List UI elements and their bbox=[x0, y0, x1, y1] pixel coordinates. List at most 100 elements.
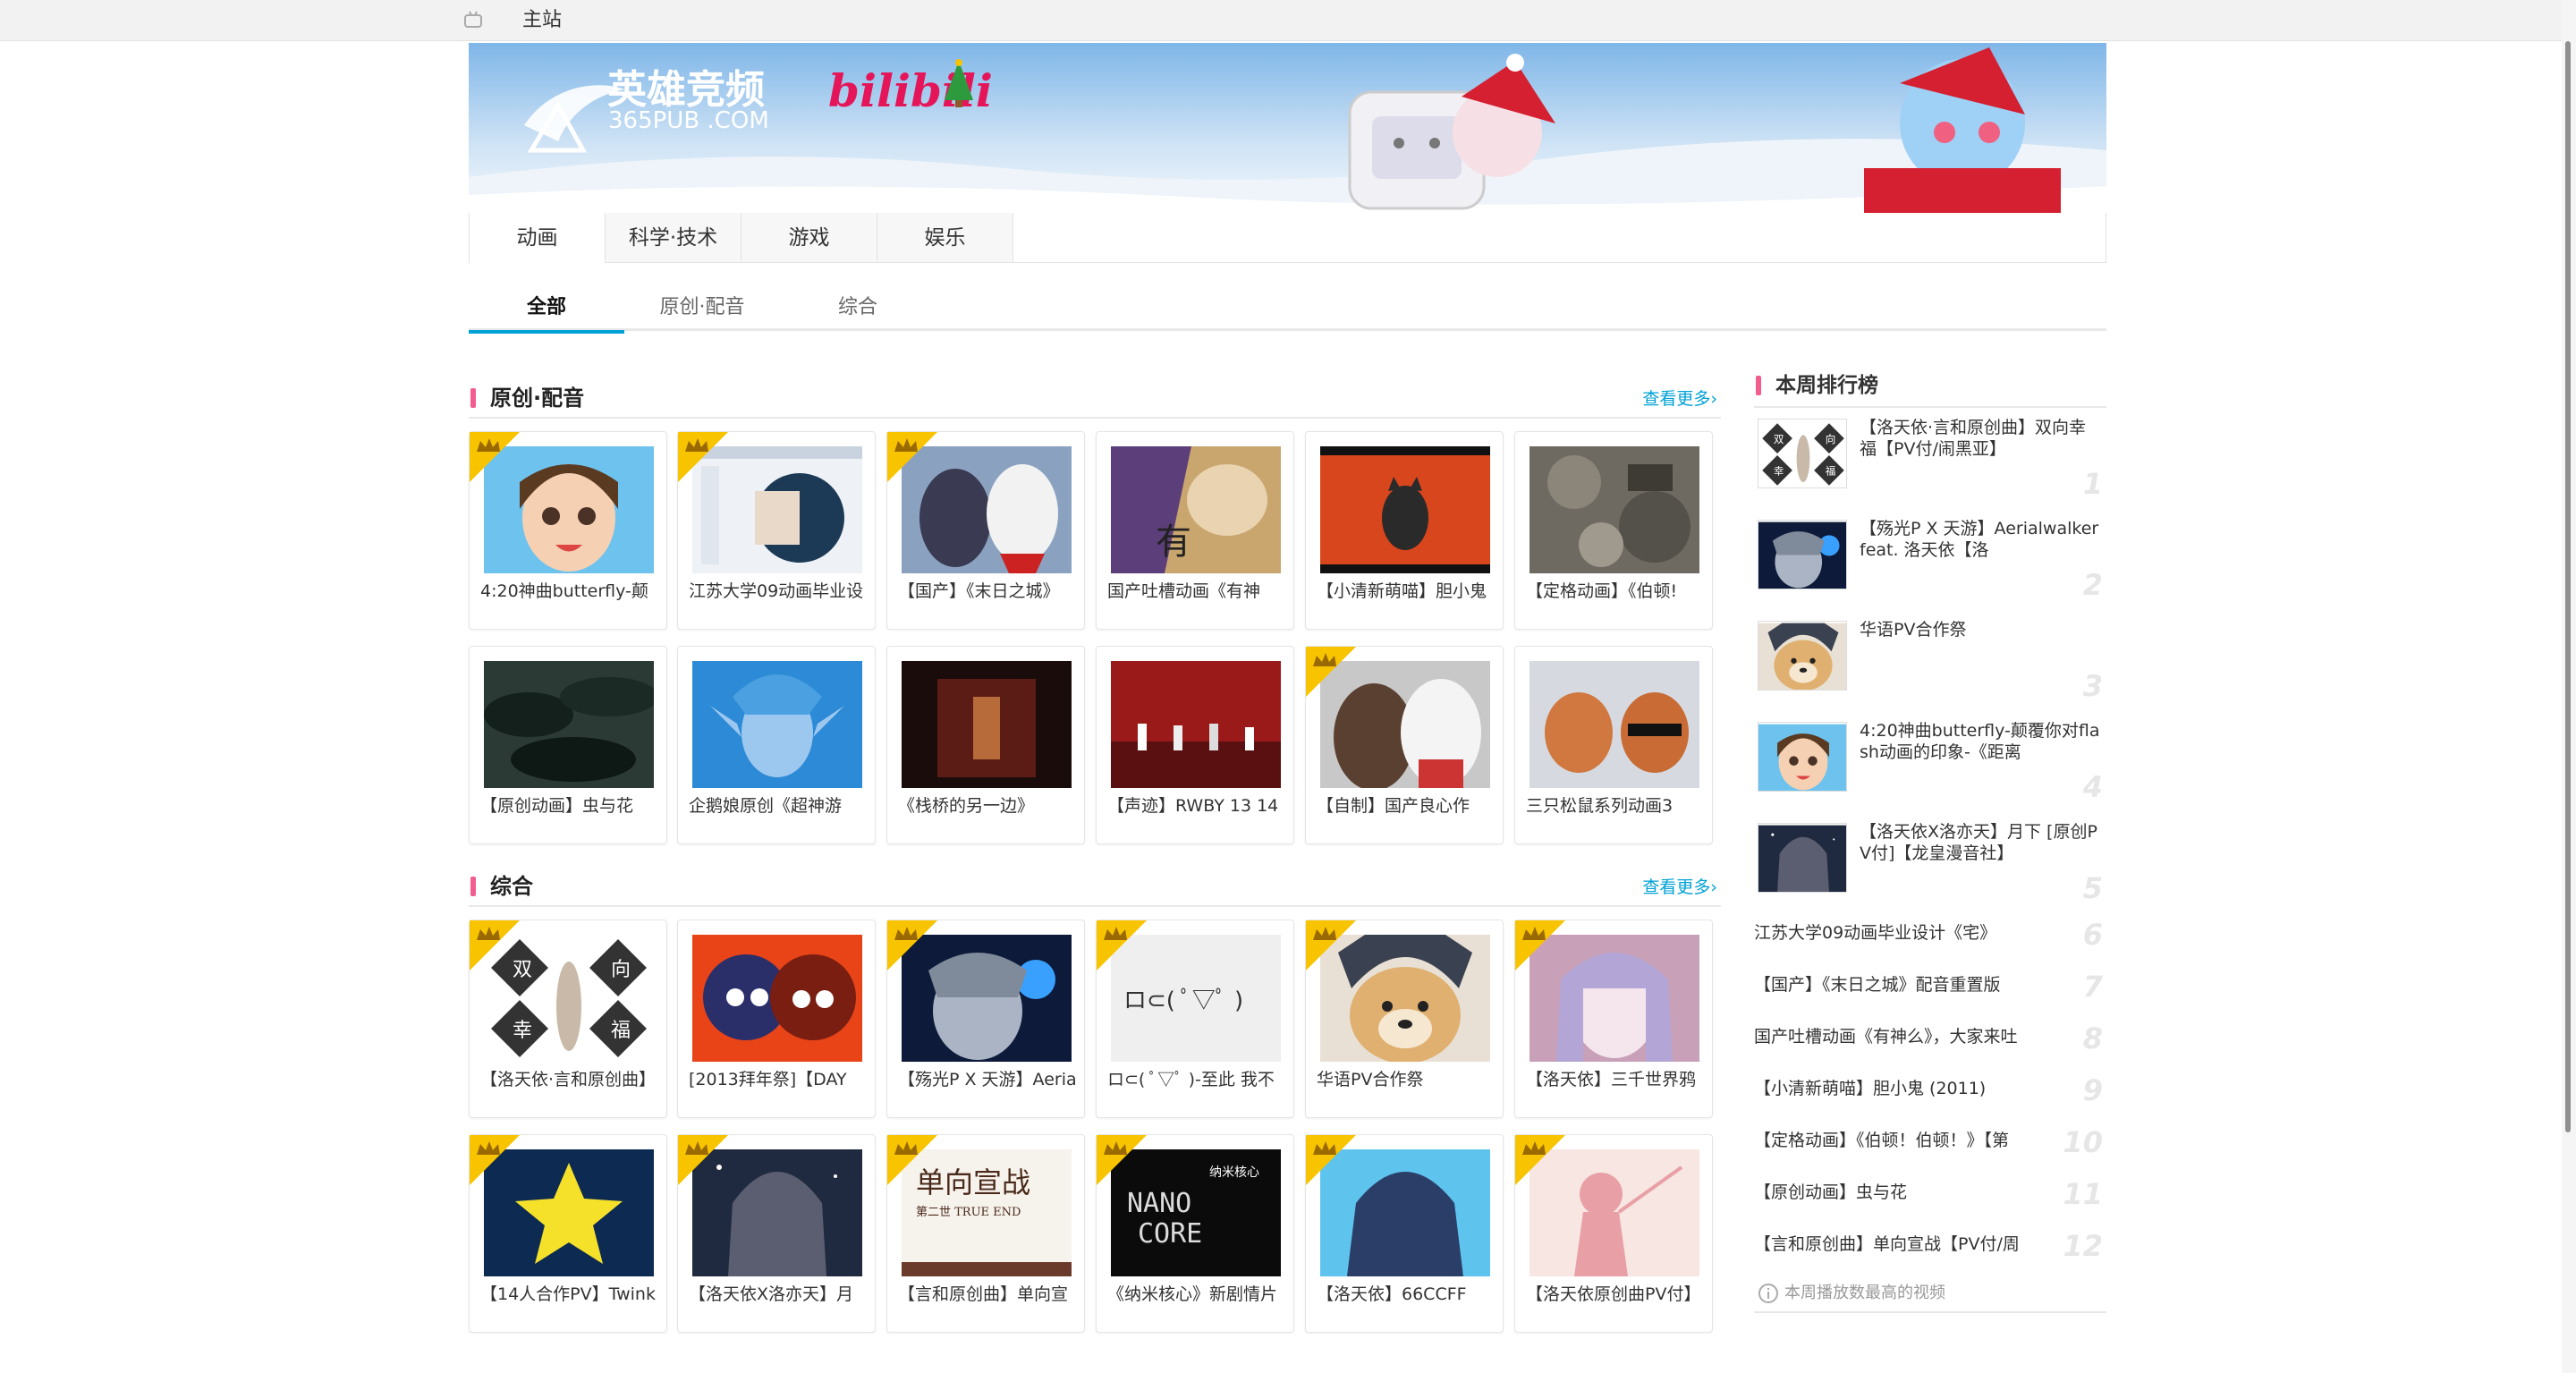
video-title[interactable]: 【洛天依】66CCFF bbox=[1317, 1283, 1496, 1306]
video-title[interactable]: 国产吐槽动画《有神 bbox=[1107, 580, 1286, 603]
ranking-title-text[interactable]: 【洛天依·言和原创曲】双向幸福【PV付/闹黑亚】 bbox=[1860, 417, 2103, 460]
video-card[interactable]: 双向幸福【洛天依·言和原创曲】 bbox=[469, 920, 667, 1118]
video-title[interactable]: 华语PV合作祭 bbox=[1317, 1068, 1496, 1091]
video-title[interactable]: 江苏大学09动画毕业设 bbox=[689, 580, 868, 603]
nav-tab-science[interactable]: 科学·技术 bbox=[606, 213, 741, 263]
ranking-thumbnail[interactable]: 双 向幸 福 bbox=[1758, 419, 1847, 488]
ranking-item[interactable]: 【国产】《末日之城》配音重置版 7 bbox=[1754, 961, 2106, 1013]
video-card[interactable]: 【声迹】RWBY 13 14 bbox=[1096, 646, 1294, 844]
ranking-title-text[interactable]: 华语PV合作祭 bbox=[1860, 619, 2103, 640]
subtab-general[interactable]: 综合 bbox=[780, 284, 936, 331]
scrollbar[interactable] bbox=[2562, 0, 2576, 1373]
video-title[interactable]: 【殇光P X 天游】Aeria bbox=[898, 1068, 1077, 1091]
ranking-item[interactable]: 【洛天依X洛亦天】月下 [原创PV付]【龙皇漫音社】 5 bbox=[1754, 821, 2106, 918]
video-title[interactable]: 4:20神曲butterfly-颠 bbox=[480, 580, 659, 603]
ranking-item[interactable]: 华语PV合作祭 3 bbox=[1754, 619, 2106, 716]
ranking-item[interactable]: 双 向幸 福 【洛天依·言和原创曲】双向幸福【PV付/闹黑亚】 1 bbox=[1754, 417, 2106, 513]
ranking-thumbnail[interactable] bbox=[1758, 520, 1847, 589]
more-link[interactable]: 查看更多› bbox=[1642, 386, 1717, 411]
ranking-item[interactable]: 4:20神曲butterfly-颠覆你对flash动画的印象-《距离 4 bbox=[1754, 720, 2106, 817]
ranking-title-text[interactable]: 【洛天依X洛亦天】月下 [原创PV付]【龙皇漫音社】 bbox=[1860, 821, 2103, 864]
ranking-title-text[interactable]: 【言和原创曲】单向宣战【PV付/周 bbox=[1754, 1233, 2058, 1256]
subtab-original[interactable]: 原创·配音 bbox=[624, 284, 780, 331]
video-card[interactable]: 【小清新萌喵】胆小鬼 bbox=[1305, 431, 1504, 630]
video-card[interactable]: 江苏大学09动画毕业设 bbox=[677, 431, 876, 630]
home-link[interactable]: 主站 bbox=[522, 7, 562, 34]
video-thumbnail[interactable] bbox=[1111, 661, 1281, 788]
more-link[interactable]: 查看更多› bbox=[1642, 875, 1717, 900]
video-title[interactable]: 【定格动画】《伯顿! bbox=[1526, 580, 1705, 603]
video-card[interactable]: 【洛天依】66CCFF bbox=[1305, 1134, 1504, 1333]
ranking-thumbnail[interactable] bbox=[1758, 823, 1847, 893]
video-card[interactable]: 三只松鼠系列动画3 bbox=[1514, 646, 1713, 844]
video-title[interactable]: 【小清新萌喵】胆小鬼 bbox=[1317, 580, 1496, 603]
video-thumbnail[interactable] bbox=[902, 661, 1072, 788]
video-thumbnail[interactable] bbox=[484, 661, 654, 788]
video-title[interactable]: [2013拜年祭]【DAY bbox=[689, 1068, 868, 1091]
ranking-title-text[interactable]: 【定格动画】《伯顿！伯顿！》【第 bbox=[1754, 1129, 2058, 1152]
ranking-title-text[interactable]: 江苏大学09动画毕业设计《宅》 bbox=[1754, 921, 2058, 945]
ranking-thumbnail[interactable] bbox=[1758, 722, 1847, 792]
video-card[interactable]: 有国产吐槽动画《有神 bbox=[1096, 431, 1294, 630]
video-title[interactable]: 【洛天依原创曲PV付】 bbox=[1526, 1283, 1705, 1306]
video-card[interactable]: 【国产】《末日之城》 bbox=[886, 431, 1085, 630]
video-card[interactable]: 单向宣战 第二世 TRUE END 【言和原创曲】单向宣 bbox=[886, 1134, 1085, 1333]
video-card[interactable]: 【定格动画】《伯顿! bbox=[1514, 431, 1713, 630]
site-logo-text[interactable]: 英雄竞频 bbox=[607, 57, 765, 114]
ranking-title-text[interactable]: 【殇光P X 天游】Aerialwalker feat. 洛天依【洛 bbox=[1860, 518, 2103, 561]
nav-tab-games[interactable]: 游戏 bbox=[741, 213, 877, 263]
video-card[interactable]: 《栈桥的另一边》 bbox=[886, 646, 1085, 844]
nav-tab-entertainment[interactable]: 娱乐 bbox=[877, 213, 1013, 263]
subtab-all[interactable]: 全部 bbox=[469, 284, 624, 334]
video-card[interactable]: 【原创动画】虫与花 bbox=[469, 646, 667, 844]
ranking-title-text[interactable]: 【国产】《末日之城》配音重置版 bbox=[1754, 973, 2058, 996]
video-card[interactable]: NANO CORE 纳米核心 《纳米核心》新剧情片 bbox=[1096, 1134, 1294, 1333]
ranking-title-text[interactable]: 国产吐槽动画《有神么》，大家来吐 bbox=[1754, 1025, 2058, 1048]
video-thumbnail[interactable] bbox=[692, 661, 862, 788]
video-title[interactable]: 《栈桥的另一边》 bbox=[898, 794, 1077, 818]
ranking-item[interactable]: 【原创动画】虫与花 11 bbox=[1754, 1168, 2106, 1220]
video-card[interactable]: 【殇光P X 天游】Aeria bbox=[886, 920, 1085, 1118]
video-title[interactable]: 【洛天依·言和原创曲】 bbox=[480, 1068, 659, 1091]
video-title[interactable]: 三只松鼠系列动画3 bbox=[1526, 794, 1705, 818]
video-title[interactable]: 【原创动画】虫与花 bbox=[480, 794, 659, 818]
ranking-title-text[interactable]: 4:20神曲butterfly-颠覆你对flash动画的印象-《距离 bbox=[1860, 720, 2103, 763]
ranking-item[interactable]: 【定格动画】《伯顿！伯顿！》【第 10 bbox=[1754, 1116, 2106, 1168]
video-card[interactable]: 【14人合作PV】Twink bbox=[469, 1134, 667, 1333]
ranking-item[interactable]: 【小清新萌喵】胆小鬼 (2011) 9 bbox=[1754, 1064, 2106, 1116]
video-title[interactable]: ロ⊂( ﾟ▽ﾟ )-至此 我不 bbox=[1107, 1068, 1286, 1091]
ranking-item[interactable]: 江苏大学09动画毕业设计《宅》 6 bbox=[1754, 909, 2106, 961]
scrollbar-thumb[interactable] bbox=[2565, 41, 2571, 1132]
video-title[interactable]: 【自制】国产良心作 bbox=[1317, 794, 1496, 818]
video-title[interactable]: 《纳米核心》新剧情片 bbox=[1107, 1283, 1286, 1306]
ranking-item[interactable]: 国产吐槽动画《有神么》，大家来吐 8 bbox=[1754, 1013, 2106, 1064]
ranking-item[interactable]: 【殇光P X 天游】Aerialwalker feat. 洛天依【洛 2 bbox=[1754, 518, 2106, 614]
video-card[interactable]: 【洛天依原创曲PV付】 bbox=[1514, 1134, 1713, 1333]
video-card[interactable]: [2013拜年祭]【DAY bbox=[677, 920, 876, 1118]
video-thumbnail[interactable] bbox=[1530, 446, 1699, 573]
video-title[interactable]: 【洛天依X洛亦天】月 bbox=[689, 1283, 868, 1306]
video-card[interactable]: 【洛天依】三千世界鸦 bbox=[1514, 920, 1713, 1118]
video-title[interactable]: 【14人合作PV】Twink bbox=[480, 1283, 659, 1306]
video-thumbnail[interactable]: 有 bbox=[1111, 446, 1281, 573]
video-title[interactable]: 【言和原创曲】单向宣 bbox=[898, 1283, 1077, 1306]
nav-tab-animation[interactable]: 动画 bbox=[470, 213, 606, 263]
ranking-thumbnail[interactable] bbox=[1758, 621, 1847, 691]
video-title[interactable]: 【洛天依】三千世界鸦 bbox=[1526, 1068, 1705, 1091]
ranking-item[interactable]: 【言和原创曲】单向宣战【PV付/周 12 bbox=[1754, 1220, 2106, 1272]
video-card[interactable]: ロ⊂( ﾟ▽ﾟ ) ロ⊂( ﾟ▽ﾟ )-至此 我不 bbox=[1096, 920, 1294, 1118]
video-card[interactable]: 【自制】国产良心作 bbox=[1305, 646, 1504, 844]
ranking-title-text[interactable]: 【小清新萌喵】胆小鬼 (2011) bbox=[1754, 1077, 2058, 1100]
video-title[interactable]: 企鹅娘原创《超神游 bbox=[689, 794, 868, 818]
video-title[interactable]: 【国产】《末日之城》 bbox=[898, 580, 1077, 603]
video-title[interactable]: 【声迹】RWBY 13 14 bbox=[1107, 794, 1286, 818]
video-card[interactable]: 4:20神曲butterfly-颠 bbox=[469, 431, 667, 630]
video-card[interactable]: 【洛天依X洛亦天】月 bbox=[677, 1134, 876, 1333]
tv-icon[interactable] bbox=[463, 11, 483, 29]
ranking-title-text[interactable]: 【原创动画】虫与花 bbox=[1754, 1181, 2058, 1204]
video-card[interactable]: 企鹅娘原创《超神游 bbox=[677, 646, 876, 844]
video-thumbnail[interactable] bbox=[1320, 446, 1490, 573]
video-card[interactable]: 华语PV合作祭 bbox=[1305, 920, 1504, 1118]
video-thumbnail[interactable] bbox=[692, 935, 862, 1062]
video-thumbnail[interactable] bbox=[1530, 661, 1699, 788]
